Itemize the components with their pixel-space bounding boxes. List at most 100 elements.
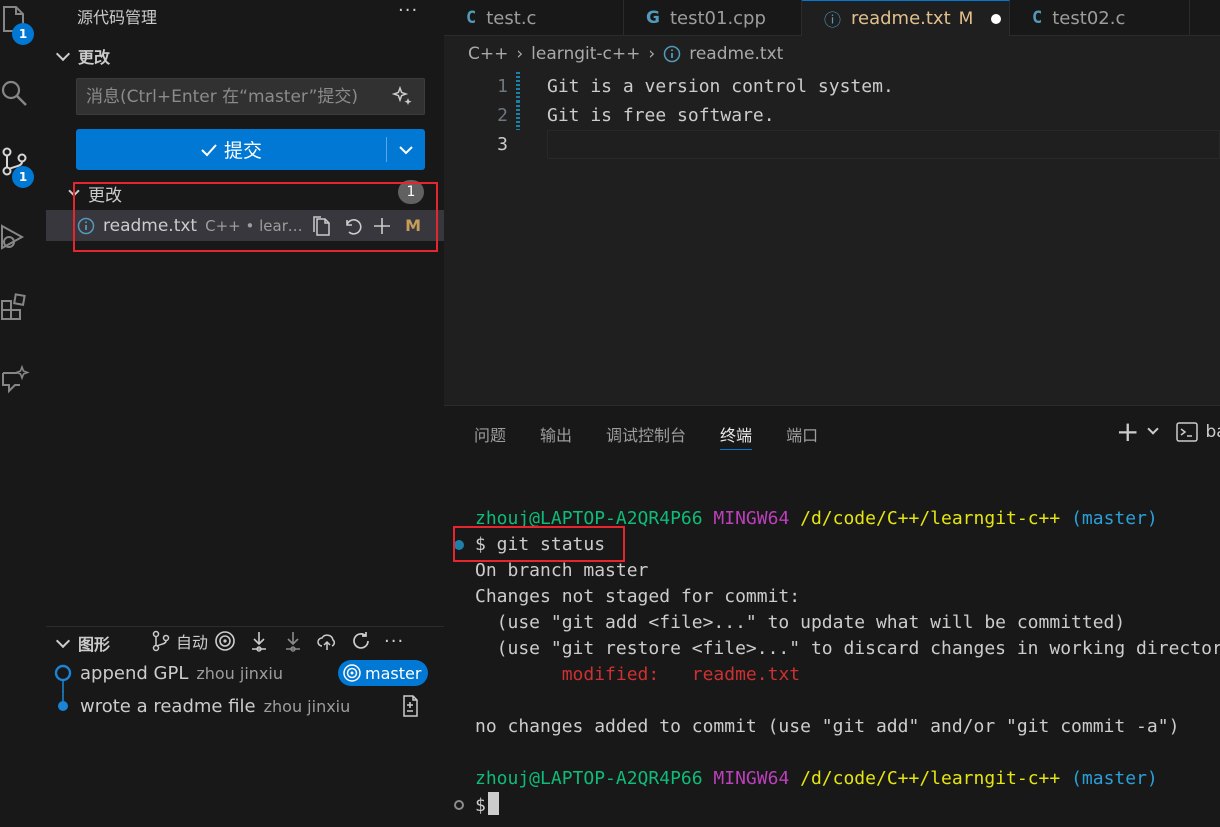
tab-label: test01.cpp xyxy=(669,7,766,29)
prompt-user: zhouj@LAPTOP-A2QR4P66 xyxy=(475,768,703,789)
scm-badge: 1 xyxy=(12,166,34,188)
chevron-down-icon[interactable] xyxy=(1147,423,1160,435)
modified-gutter-marker[interactable] xyxy=(516,101,520,130)
tab-ports[interactable]: 端口 xyxy=(786,422,818,450)
extensions-icon[interactable] xyxy=(0,292,30,326)
chevron-down-icon xyxy=(55,46,71,62)
new-terminal-button[interactable]: + xyxy=(1116,418,1139,446)
commit-author: zhou jinxiu xyxy=(196,663,283,683)
pull-icon[interactable] xyxy=(282,630,304,652)
sidebar-title: 源代码管理 xyxy=(77,8,158,27)
target-icon[interactable] xyxy=(214,630,236,652)
bottom-panel: 问题 输出 调试控制台 终端 端口 + ba zhouj@LAPTOP-A2QR… xyxy=(444,405,1220,827)
commit-button-label: 提交 xyxy=(223,140,262,162)
code-line: 1 Git is a version control system. xyxy=(444,72,1220,101)
check-icon xyxy=(201,143,217,156)
highlight-box xyxy=(73,182,438,252)
graph-commit-item[interactable]: wrote a readme file zhou jinxiu xyxy=(46,691,444,721)
cpp-file-icon: G xyxy=(646,8,660,28)
code-line: 2 Git is free software. xyxy=(444,101,1220,130)
branch-badge: master xyxy=(338,660,429,686)
command-pending-icon[interactable] xyxy=(454,800,464,810)
highlight-box xyxy=(453,526,625,562)
commit-dropdown-button[interactable] xyxy=(387,129,425,170)
tab-terminal[interactable]: 终端 xyxy=(720,422,753,450)
info-file-icon xyxy=(663,45,681,63)
tab-label: test.c xyxy=(486,7,537,29)
breadcrumb-item[interactable]: learngit-c++ xyxy=(531,44,640,64)
graph-title: 图形 xyxy=(78,635,111,654)
terminal-prompt: $ xyxy=(475,795,486,816)
chevron-down-icon xyxy=(399,145,413,154)
activity-bar: 1 1 xyxy=(0,0,46,827)
tab-label: test02.c xyxy=(1052,7,1126,29)
tab-test-c[interactable]: C test.c xyxy=(444,0,624,36)
modified-label: modified: xyxy=(475,664,660,685)
commit-button[interactable]: 提交 xyxy=(76,129,386,170)
source-control-sidebar: 源代码管理 ··· 更改 提交 更改 1 readme.txt C++ • le… xyxy=(46,0,444,827)
breadcrumb-item[interactable]: readme.txt xyxy=(689,44,783,64)
terminal-actions: + ba xyxy=(1116,418,1220,446)
terminal-line: modified: readme.txt xyxy=(444,662,1220,688)
terminal-line: (use "git restore <file>..." to discard … xyxy=(475,638,1220,659)
run-debug-icon[interactable] xyxy=(0,222,30,256)
branch-icon[interactable] xyxy=(150,630,172,652)
prompt-branch: (master) xyxy=(1071,768,1158,789)
fetch-icon[interactable] xyxy=(248,630,270,652)
info-file-icon: ⓘ xyxy=(824,11,841,31)
push-cloud-icon[interactable] xyxy=(316,630,338,652)
chevron-right-icon: › xyxy=(516,44,524,64)
breadcrumb-item[interactable]: C++ xyxy=(468,44,508,64)
prompt-env: MINGW64 xyxy=(713,768,790,789)
prompt-branch: (master) xyxy=(1071,508,1158,529)
sparkle-icon[interactable] xyxy=(392,86,414,108)
changes-section-header[interactable]: 更改 xyxy=(54,44,110,68)
terminal-shell-label[interactable]: ba xyxy=(1205,422,1220,442)
graph-commit-item[interactable]: append GPL zhou jinxiu master xyxy=(46,658,444,692)
line-number: 3 xyxy=(497,134,508,155)
modified-gutter-marker[interactable] xyxy=(516,72,520,101)
terminal-cursor xyxy=(487,792,499,815)
terminal-line: zhouj@LAPTOP-A2QR4P66 MINGW64 /d/code/C+… xyxy=(444,766,1220,792)
terminal-line: (use "git add <file>..." to update what … xyxy=(475,612,1126,633)
panel-tabs: 问题 输出 调试控制台 终端 端口 xyxy=(474,422,852,450)
unsaved-dot-icon[interactable] xyxy=(991,13,1002,24)
tab-readme-txt[interactable]: ⓘ readme.txt M xyxy=(802,0,1010,36)
code-text: Git is free software. xyxy=(547,105,775,126)
commit-author: zhou jinxiu xyxy=(263,696,351,716)
tab-problems[interactable]: 问题 xyxy=(474,422,506,450)
line-number: 1 xyxy=(497,76,508,97)
code-editor[interactable]: 1 Git is a version control system. 2 Git… xyxy=(444,72,1220,159)
tab-label: readme.txt xyxy=(851,8,951,29)
tab-test01-cpp[interactable]: G test01.cpp xyxy=(624,0,802,36)
chat-icon[interactable] xyxy=(0,364,30,398)
chevron-down-icon xyxy=(55,633,71,649)
terminal-line: no changes added to commit (use "git add… xyxy=(475,716,1180,737)
auto-label[interactable]: 自动 xyxy=(176,629,208,653)
graph-more-button[interactable]: ··· xyxy=(384,631,404,652)
line-number: 2 xyxy=(497,105,508,126)
breadcrumb: C++ › learngit-c++ › readme.txt xyxy=(468,44,783,64)
commit-node-icon xyxy=(54,664,72,692)
tab-output[interactable]: 输出 xyxy=(540,422,572,450)
open-changes-icon[interactable] xyxy=(398,694,422,718)
refresh-icon[interactable] xyxy=(350,630,372,652)
code-text: Git is a version control system. xyxy=(547,76,894,97)
tab-test02-c[interactable]: C test02.c xyxy=(1010,0,1190,36)
prompt-path: /d/code/C++/learngit-c++ xyxy=(800,768,1061,789)
changes-section-label: 更改 xyxy=(78,48,111,67)
commit-message-input[interactable] xyxy=(76,78,425,115)
branch-name: master xyxy=(365,663,422,683)
code-line: 3 xyxy=(444,130,1220,159)
terminal-icon[interactable] xyxy=(1175,420,1199,444)
tab-debug-console[interactable]: 调试控制台 xyxy=(606,422,686,450)
graph-toggle[interactable]: 图形 xyxy=(54,631,110,655)
chevron-right-icon: › xyxy=(648,44,656,64)
commit-node-icon xyxy=(58,691,68,711)
c-file-icon: C xyxy=(1032,8,1043,28)
editor-tabs: C test.c G test01.cpp ⓘ readme.txt M C t… xyxy=(444,0,1220,36)
graph-section-header: 图形 自动 ··· xyxy=(46,626,444,656)
search-icon[interactable] xyxy=(0,78,30,112)
more-actions-button[interactable]: ··· xyxy=(398,0,418,21)
